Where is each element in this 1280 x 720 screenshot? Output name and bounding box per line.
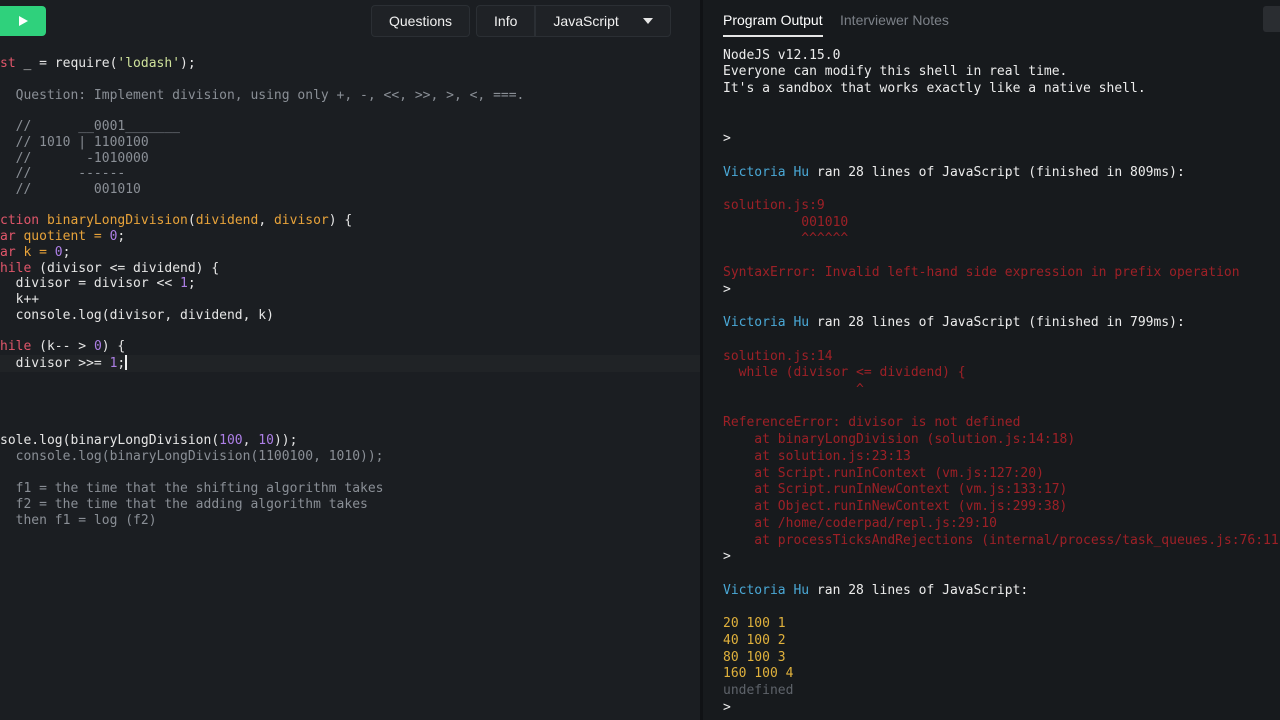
panel-divider[interactable]: [700, 0, 703, 720]
code-line-2: Question: Implement division, using only…: [0, 88, 525, 103]
code-line-16: divisor >>= 1;: [0, 355, 128, 371]
user-name: Victoria Hu: [723, 583, 810, 598]
shell-prompt: >: [723, 282, 731, 297]
editor-toolbar: Questions Info JavaScript: [0, 0, 700, 42]
user-name: Victoria Hu: [723, 315, 810, 330]
code-line-12: divisor = divisor << 1;: [0, 276, 196, 291]
tab-program-output[interactable]: Program Output: [723, 12, 823, 37]
result-line: 40 100 2: [723, 633, 786, 648]
output-line: It's a sandbox that works exactly like a…: [723, 81, 1146, 96]
error-line: solution.js:14: [723, 349, 833, 364]
error-line: at /home/coderpad/repl.js:29:10: [723, 516, 997, 531]
error-line: at binaryLongDivision (solution.js:14:18…: [723, 432, 1076, 447]
code-line-9: ar quotient = 0;: [0, 229, 126, 244]
code-line-11: hile (divisor <= dividend) {: [0, 261, 220, 276]
code-line-15: hile (k-- > 0) {: [0, 339, 126, 354]
error-line: at Object.runInNewContext (vm.js:299:38): [723, 499, 1068, 514]
language-select[interactable]: JavaScript: [535, 5, 672, 37]
shell-prompt: >: [723, 549, 731, 564]
code-line-18: console.log(binaryLongDivision(1100100, …: [0, 449, 384, 464]
code-line-20: f2 = the time that the adding algorithm …: [0, 497, 368, 512]
shell-prompt: >: [723, 131, 731, 146]
code-line-10: ar k = 0;: [0, 245, 71, 260]
error-line: while (divisor <= dividend) {: [723, 365, 966, 380]
error-line: at Script.runInContext (vm.js:127:20): [723, 466, 1044, 481]
code-line-14: console.log(divisor, dividend, k): [0, 308, 274, 323]
run-header: Victoria Hu ran 28 lines of JavaScript:: [723, 583, 1029, 598]
code-line-3: // __0001_______: [0, 119, 181, 134]
error-line: ^^^^^^: [723, 231, 849, 246]
questions-button[interactable]: Questions: [371, 5, 471, 37]
error-line: ^: [723, 382, 864, 397]
error-line: SyntaxError: Invalid left-hand side expr…: [723, 265, 1240, 280]
code-line-6: // ------: [0, 166, 126, 181]
tab-interviewer-notes[interactable]: Interviewer Notes: [840, 12, 949, 28]
error-line: at Script.runInNewContext (vm.js:133:17): [723, 482, 1068, 497]
code-line-4: // 1010 | 1100100: [0, 135, 149, 150]
result-line: undefined: [723, 683, 794, 698]
panel-menu-button[interactable]: [1263, 6, 1280, 32]
output-tabs: Program Output Interviewer Notes: [703, 0, 1280, 42]
error-line: 001010: [723, 215, 849, 230]
code-line-13: k++: [0, 292, 40, 307]
run-header: Victoria Hu ran 28 lines of JavaScript (…: [723, 315, 1185, 330]
code-line-1: st _ = require('lodash');: [0, 56, 196, 71]
code-line-7: // 001010: [0, 182, 141, 197]
user-name: Victoria Hu: [723, 165, 810, 180]
code-editor[interactable]: st _ = require('lodash'); Question: Impl…: [0, 42, 700, 720]
code-line-19: f1 = the time that the shifting algorith…: [0, 481, 384, 496]
run-button[interactable]: [0, 6, 46, 36]
error-line: at processTicksAndRejections (internal/p…: [723, 533, 1280, 548]
output-line: Everyone can modify this shell in real t…: [723, 64, 1068, 79]
code-line-17: sole.log(binaryLongDivision(100, 10));: [0, 433, 298, 448]
chevron-down-icon: [643, 18, 654, 24]
output-line: NodeJS v12.15.0: [723, 48, 841, 63]
run-header: Victoria Hu ran 28 lines of JavaScript (…: [723, 165, 1185, 180]
info-button[interactable]: Info: [476, 5, 536, 37]
result-line: 80 100 3: [723, 650, 786, 665]
play-icon: [19, 16, 28, 26]
toolbar-buttons: Questions Info JavaScript: [371, 5, 672, 37]
code-line-8: ction binaryLongDivision(dividend, divis…: [0, 213, 353, 228]
text-cursor: [125, 355, 128, 370]
error-line: solution.js:9: [723, 198, 825, 213]
error-line: at solution.js:23:13: [723, 449, 911, 464]
result-line: 160 100 4: [723, 666, 794, 681]
shell-prompt[interactable]: >: [723, 699, 731, 716]
error-line: ReferenceError: divisor is not defined: [723, 415, 1021, 430]
result-line: 20 100 1: [723, 616, 786, 631]
language-label: JavaScript: [553, 13, 619, 29]
code-line-5: // -1010000: [0, 151, 149, 166]
code-line-21: then f1 = log (f2): [0, 513, 157, 528]
